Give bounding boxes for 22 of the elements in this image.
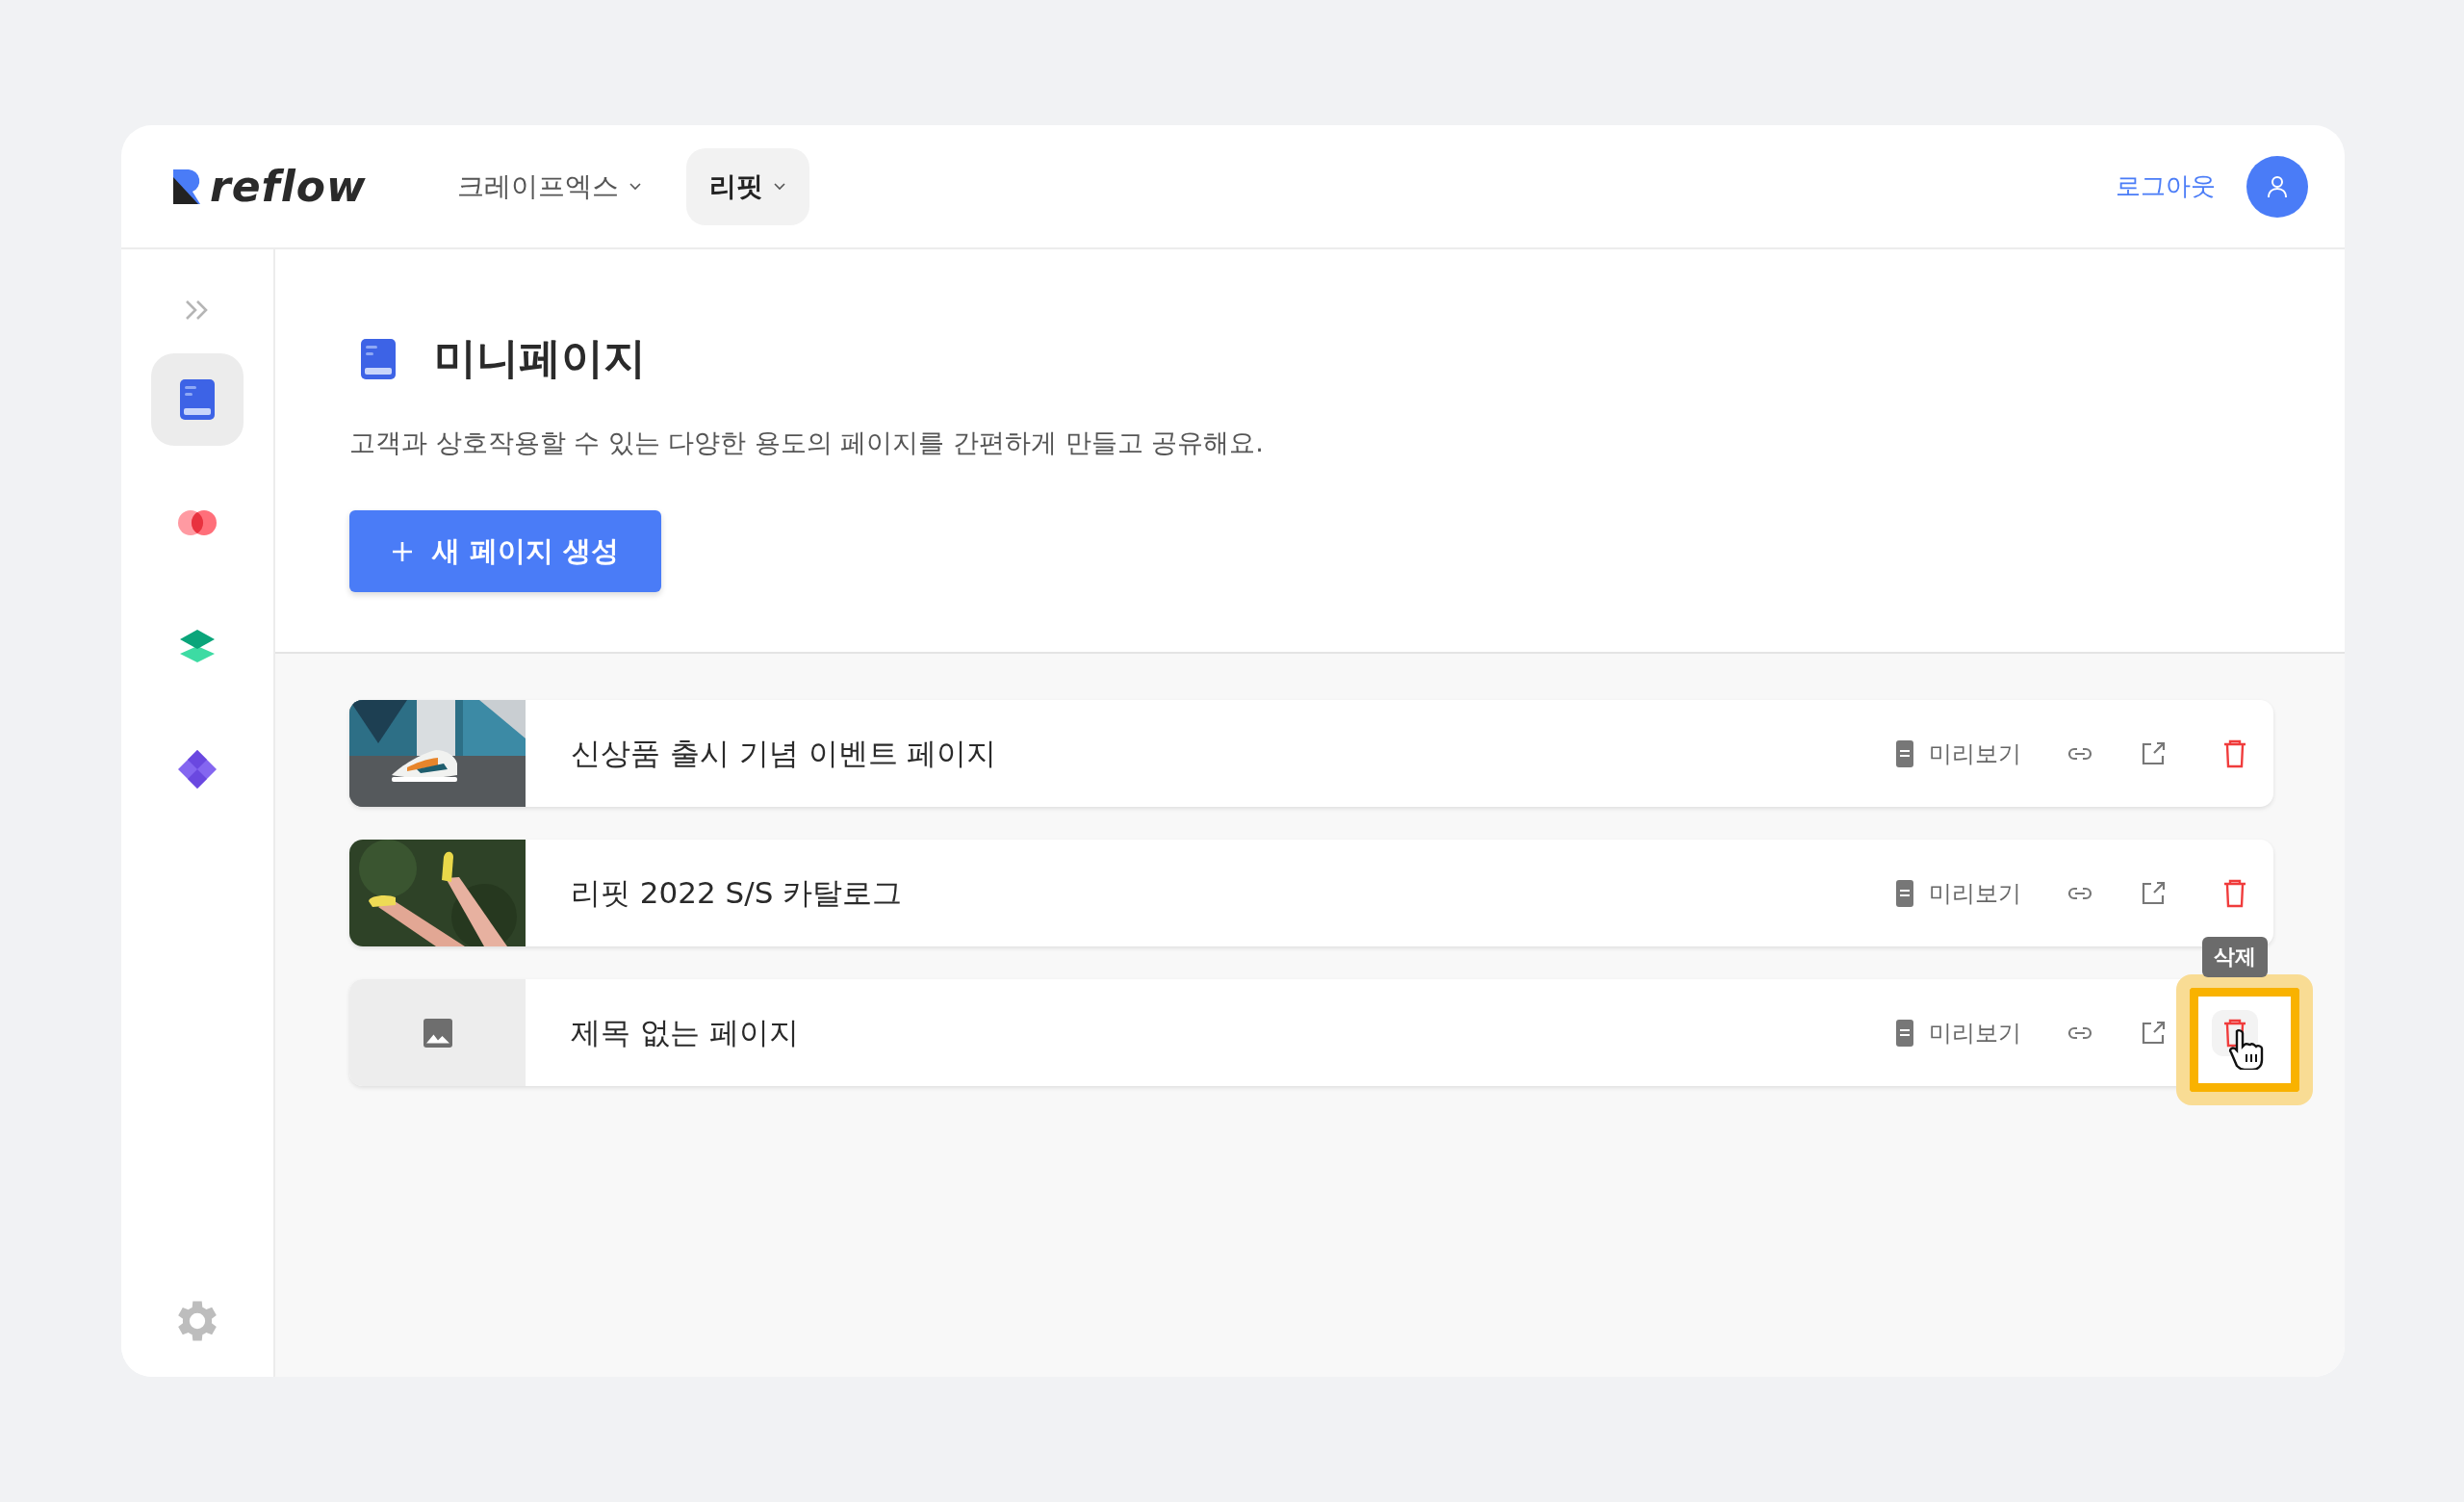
trash-icon bbox=[2222, 738, 2247, 768]
page-title: 미니페이지 bbox=[434, 332, 646, 384]
preview-button[interactable]: 미리보기 bbox=[1894, 738, 2021, 769]
page-title-text[interactable]: 리핏 2022 S/S 카탈로그 bbox=[526, 872, 1894, 914]
preview-button[interactable]: 미리보기 bbox=[1894, 877, 2021, 909]
preview-button[interactable]: 미리보기 bbox=[1894, 1017, 2021, 1049]
workspace-dropdown[interactable]: 크레이프엑스 bbox=[433, 147, 665, 225]
logo-text: reflow bbox=[210, 162, 367, 211]
page-title-text[interactable]: 신상품 출시 기념 이벤트 페이지 bbox=[526, 733, 1894, 774]
trash-icon bbox=[2222, 878, 2247, 908]
caret-icon bbox=[772, 181, 786, 192]
workspace-dropdown[interactable]: 리핏 bbox=[685, 147, 809, 225]
phone-icon bbox=[1894, 878, 1915, 908]
caret-icon bbox=[628, 181, 642, 192]
tooltip: 삭제 bbox=[2202, 936, 2268, 977]
sidebar-item[interactable] bbox=[151, 353, 244, 446]
logout-link[interactable]: 로그아웃 bbox=[2116, 169, 2216, 203]
page-description: 고객과 상호작용할 수 있는 다양한 용도의 페이지를 간편하게 만들고 공유해요. bbox=[349, 427, 1265, 459]
phone-icon bbox=[1894, 738, 1915, 768]
phone-icon bbox=[1894, 1018, 1915, 1048]
page-title-text[interactable]: 제목 없는 페이지 bbox=[526, 1012, 1894, 1053]
create-page-button[interactable]: 새 페이지 생성 bbox=[349, 510, 662, 592]
